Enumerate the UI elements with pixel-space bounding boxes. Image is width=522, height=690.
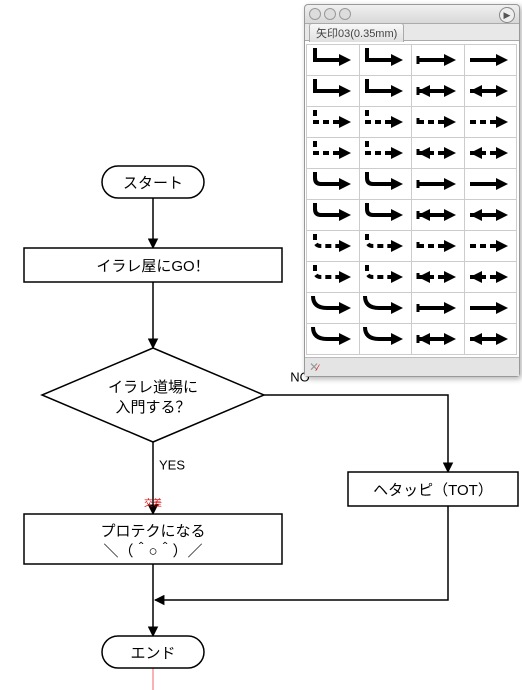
brush-swatch[interactable] [464,292,518,324]
brush-swatch[interactable] [464,323,518,355]
brush-swatch[interactable] [411,230,465,262]
yes-label: YES [159,457,185,472]
brush-swatch[interactable] [359,323,413,355]
brush-swatch[interactable] [464,261,518,293]
process-pro-line1: プロテクになる [100,523,205,540]
close-icon[interactable] [309,8,321,20]
zoom-icon[interactable] [339,8,351,20]
brush-swatch[interactable] [411,323,465,355]
brush-swatch[interactable] [359,44,413,76]
brush-swatch[interactable] [306,199,360,231]
brush-swatch[interactable] [464,106,518,138]
brush-swatch[interactable] [359,199,413,231]
brush-swatch[interactable] [359,137,413,169]
process-pro-line2: ＼（＾○＾）／ [103,541,202,560]
minimize-icon[interactable] [324,8,336,20]
palette-tab[interactable]: 矢印03(0.35mm) [309,23,404,42]
brush-swatch[interactable] [464,137,518,169]
end-label: エンド [130,645,175,662]
brush-swatch[interactable] [411,261,465,293]
brush-palette[interactable]: ▶ 矢印03(0.35mm) ✕⁄ [304,4,520,377]
process-hetappi-label: ヘタッピ（TOT） [373,482,493,499]
decision-line2: 入門する？ [115,399,190,416]
brush-swatch[interactable] [464,199,518,231]
brush-swatch[interactable] [464,168,518,200]
brush-swatch[interactable] [306,75,360,107]
brush-swatch[interactable] [464,230,518,262]
brush-swatch[interactable] [306,323,360,355]
palette-footer: ✕⁄ [305,357,519,376]
brush-swatch[interactable] [306,168,360,200]
brush-swatch[interactable] [359,106,413,138]
start-label: スタート [123,175,183,192]
brush-swatch[interactable] [306,44,360,76]
brush-grid [305,40,519,357]
brush-swatch[interactable] [411,168,465,200]
brush-swatch[interactable] [359,75,413,107]
brush-swatch[interactable] [306,292,360,324]
brush-swatch[interactable] [306,261,360,293]
brush-swatch[interactable] [411,44,465,76]
brush-swatch[interactable] [306,230,360,262]
brush-swatch[interactable] [306,137,360,169]
guide-marker: 交差 [144,497,162,508]
decision-line1: イラレ道場に [108,379,198,396]
brush-swatch[interactable] [411,199,465,231]
brush-swatch[interactable] [359,261,413,293]
brush-swatch[interactable] [411,106,465,138]
brush-swatch[interactable] [411,292,465,324]
flyout-menu-icon[interactable]: ▶ [499,7,515,23]
brush-swatch[interactable] [411,137,465,169]
process-go-label: イラレ屋にGO！ [96,258,209,275]
brush-swatch[interactable] [359,230,413,262]
scissors-icon: ✕⁄ [309,360,319,374]
brush-swatch[interactable] [464,44,518,76]
palette-titlebar[interactable]: ▶ [305,5,519,24]
brush-swatch[interactable] [359,168,413,200]
brush-swatch[interactable] [411,75,465,107]
brush-swatch[interactable] [306,106,360,138]
brush-swatch[interactable] [464,75,518,107]
brush-swatch[interactable] [359,292,413,324]
